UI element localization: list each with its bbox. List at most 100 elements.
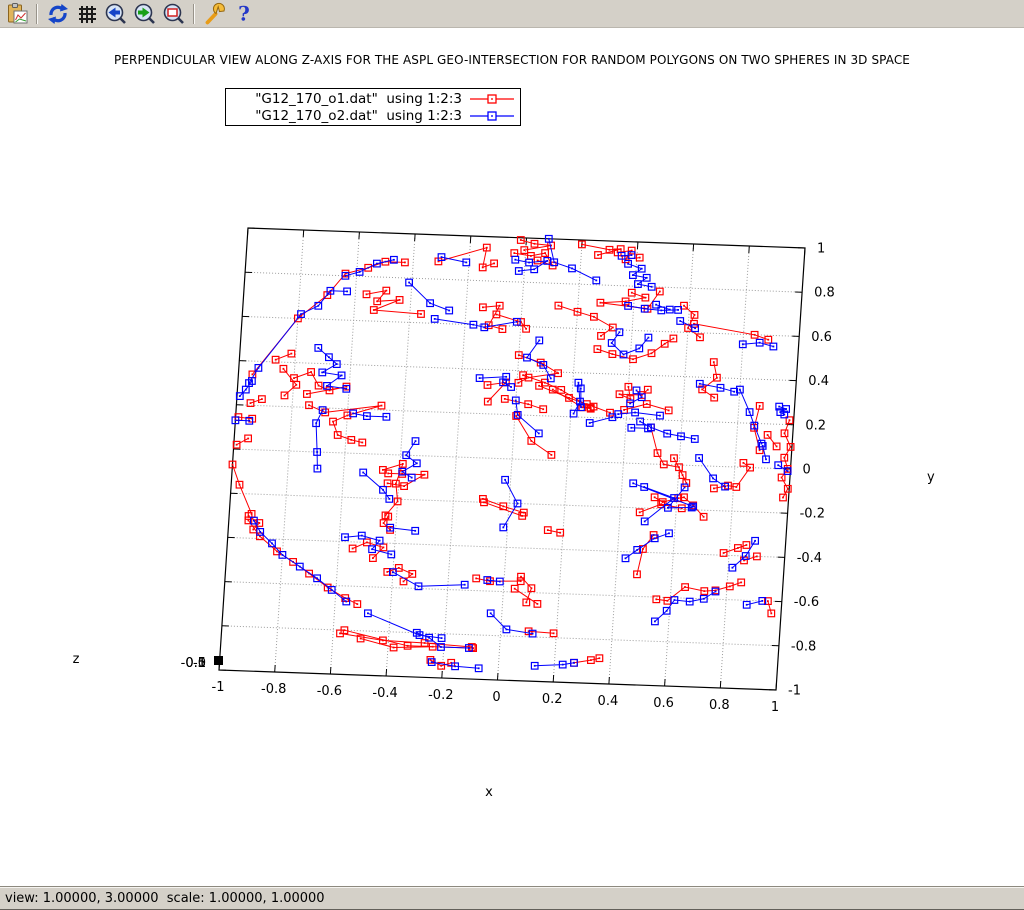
data-point-dot	[593, 406, 595, 408]
data-point-dot	[407, 645, 409, 647]
data-point-dot	[431, 661, 433, 663]
data-point-dot	[692, 506, 694, 508]
data-point-dot	[655, 598, 657, 600]
data-point-dot	[659, 415, 661, 417]
toggle-grid-button[interactable]	[73, 1, 100, 27]
data-point-dot	[261, 398, 263, 400]
data-point-dot	[317, 305, 319, 307]
z-axis-label: z	[73, 652, 80, 667]
data-polyline	[480, 377, 507, 378]
help-button[interactable]: ?	[230, 1, 257, 27]
data-point-dot	[550, 378, 552, 380]
data-point-dot	[533, 268, 535, 270]
data-point-dot	[557, 372, 559, 374]
y-tick-label: 0	[803, 463, 811, 478]
data-point-dot	[372, 557, 374, 559]
data-polyline	[558, 306, 612, 336]
data-polyline	[622, 255, 632, 256]
ticks	[219, 228, 805, 690]
data-point-dot	[248, 520, 250, 522]
data-point-dot	[553, 261, 555, 263]
data-point-dot	[573, 413, 575, 415]
y-tick-label: -0.8	[791, 639, 816, 654]
y-tick-label: 0.8	[814, 286, 835, 301]
data-point-dot	[483, 326, 485, 328]
data-point-dot	[732, 567, 734, 569]
data-polyline	[516, 416, 551, 455]
data-point-dot	[408, 282, 410, 284]
x-tick-label: 0	[492, 690, 500, 705]
configure-button[interactable]	[201, 1, 228, 27]
data-point-dot	[789, 419, 791, 421]
data-point-dot	[639, 511, 641, 513]
data-point-dot	[434, 318, 436, 320]
data-point-dot	[366, 542, 368, 544]
data-point-dot	[482, 267, 484, 269]
data-point-dot	[317, 468, 319, 470]
z-axis-tick-block	[214, 656, 223, 665]
data-polyline	[549, 239, 597, 281]
zoom-next-button[interactable]	[131, 1, 158, 27]
data-polyline	[631, 428, 648, 429]
y-tick-label: -0.4	[797, 551, 822, 566]
x-tick-label: -0.2	[428, 688, 453, 703]
data-point-dot	[361, 535, 363, 537]
data-point-dot	[749, 467, 751, 469]
data-point-dot	[490, 612, 492, 614]
data-point-dot	[724, 486, 726, 488]
data-point-dot	[629, 403, 631, 405]
data-point-dot	[668, 410, 670, 412]
toolbar-separator	[193, 4, 195, 24]
wrench-icon	[203, 2, 227, 26]
data-point-dot	[432, 646, 434, 648]
data-point-dot	[376, 263, 378, 265]
copy-plot-button[interactable]	[3, 1, 30, 27]
data-polyline	[491, 613, 533, 633]
data-point-dot	[571, 268, 573, 270]
data-point-dot	[674, 599, 676, 601]
data-point-dot	[506, 629, 508, 631]
data-point-dot	[387, 473, 389, 475]
copy-plot-icon	[5, 2, 29, 26]
plot-area[interactable]: -1-0.8-0.6-0.4-0.200.20.40.60.81-1-0.8-0…	[0, 28, 1024, 886]
data-point-dot	[694, 438, 696, 440]
data-point-dot	[493, 263, 495, 265]
data-point-dot	[291, 353, 293, 355]
data-point-dot	[345, 601, 347, 603]
data-point-dot	[393, 259, 395, 261]
data-point-dot	[383, 547, 385, 549]
grid	[222, 230, 802, 688]
status-text: view: 1.00000, 3.00000 scale: 1.00000, 1…	[5, 891, 325, 906]
zoom-autoscale-button[interactable]	[160, 1, 187, 27]
data-point-dot	[743, 462, 745, 464]
data-point-dot	[295, 384, 297, 386]
zoom-autoscale-icon	[162, 2, 186, 26]
data-point-dot	[733, 391, 735, 393]
data-point-dot	[699, 336, 701, 338]
toolbar: ?	[0, 0, 1024, 28]
y-tick-label: 0.4	[808, 374, 829, 389]
zoom-previous-button[interactable]	[102, 1, 129, 27]
replot-button[interactable]	[44, 1, 71, 27]
data-point-dot	[703, 598, 705, 600]
data-point-dot	[632, 358, 634, 360]
data-point-dot	[386, 571, 388, 573]
data-point-dot	[667, 600, 669, 602]
data-point-dot	[520, 239, 522, 241]
data-point-dot	[376, 300, 378, 302]
data-polyline	[516, 400, 539, 433]
data-point-dot	[654, 621, 656, 623]
data-point-dot	[344, 536, 346, 538]
data-point-dot	[373, 309, 375, 311]
data-point-dot	[703, 590, 705, 592]
data-point-dot	[346, 291, 348, 293]
data-point-dot	[247, 438, 249, 440]
data-point-dot	[468, 647, 470, 649]
data-point-dot	[352, 413, 354, 415]
data-point-dot	[660, 310, 662, 312]
y-tick-label: 0.6	[811, 330, 832, 345]
data-point-dot	[699, 383, 701, 385]
x-tick-label: 0.6	[653, 696, 674, 711]
replot-refresh-icon	[46, 2, 70, 26]
data-point-dot	[532, 633, 534, 635]
